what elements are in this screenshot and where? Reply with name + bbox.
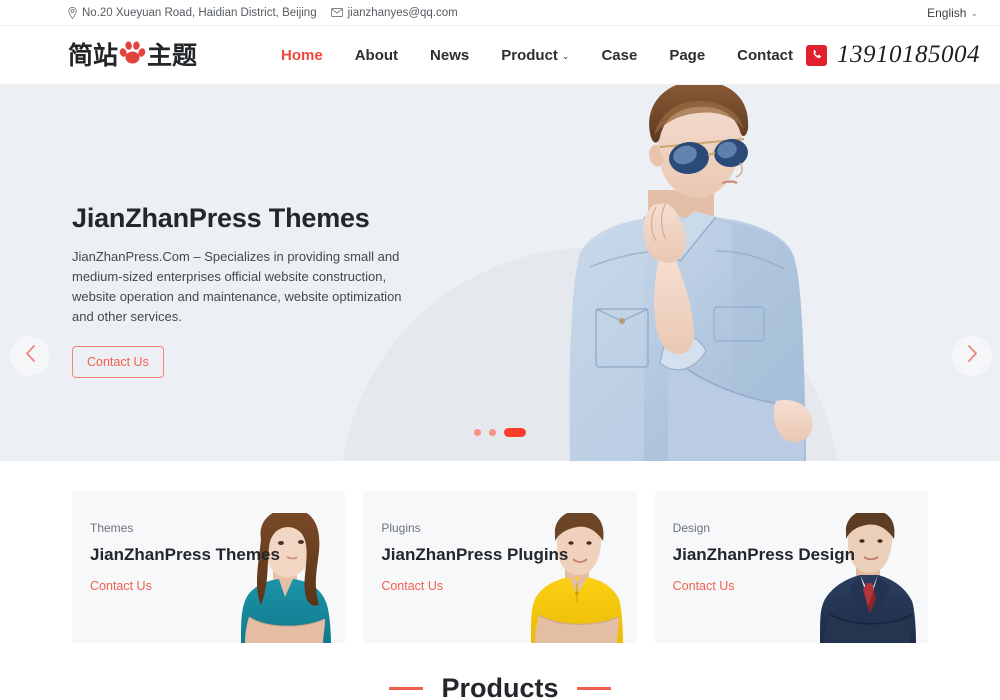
carousel-next-button[interactable]: [952, 336, 992, 376]
logo-text-right: 主题: [147, 40, 198, 70]
site-logo[interactable]: 简站 主题: [68, 41, 197, 69]
carousel-prev-button[interactable]: [10, 336, 50, 376]
nav-item-page[interactable]: Page: [669, 47, 705, 64]
paw-icon: [119, 41, 146, 69]
heading-dash-right: [576, 687, 611, 690]
chevron-left-icon: [25, 345, 36, 367]
card-contact-link[interactable]: Contact Us: [673, 579, 735, 593]
top-bar: No.20 Xueyuan Road, Haidian District, Be…: [0, 0, 1000, 26]
carousel-dot-3[interactable]: [504, 428, 526, 437]
email-item[interactable]: jianzhanyes@qq.com: [330, 6, 458, 19]
hero-title: JianZhanPress Themes: [72, 203, 370, 233]
heading-dash-left: [389, 687, 424, 690]
products-title: Products: [441, 673, 559, 700]
products-section-heading: Products: [0, 673, 1000, 700]
chevron-down-icon: ⌄: [561, 50, 570, 61]
nav-label: Contact: [737, 46, 794, 64]
top-bar-right: English ⌄: [927, 6, 978, 20]
card-kicker: Design: [672, 521, 711, 535]
chevron-down-icon: ⌄: [970, 8, 978, 18]
nav-label: Product: [501, 46, 558, 64]
phone-icon: [806, 44, 827, 66]
address-text: No.20 Xueyuan Road, Haidian District, Be…: [82, 6, 317, 19]
card-title: JianZhanPress Design: [672, 545, 855, 564]
nav-item-contact[interactable]: Contact: [737, 47, 793, 64]
card-contact-link[interactable]: Contact Us: [381, 579, 443, 593]
card-body: Plugins JianZhanPress Plugins Contact Us: [363, 491, 636, 595]
feature-card-design[interactable]: Design JianZhanPress Design Contact Us: [654, 491, 928, 643]
feature-cards: Themes JianZhanPress Themes Contact Us P…: [0, 461, 1000, 643]
hero-contact-button[interactable]: Contact Us: [72, 345, 164, 378]
address-item: No.20 Xueyuan Road, Haidian District, Be…: [68, 6, 317, 19]
email-text: jianzhanyes@qq.com: [347, 6, 458, 19]
card-contact-link[interactable]: Contact Us: [90, 579, 152, 593]
top-bar-contact-info: No.20 Xueyuan Road, Haidian District, Be…: [68, 6, 458, 19]
hero-content: JianZhanPress Themes JianZhanPress.Com –…: [0, 85, 420, 378]
nav-item-home[interactable]: Home: [281, 47, 323, 64]
header-phone[interactable]: 13910185004: [806, 41, 980, 69]
hero-photo: [569, 85, 813, 461]
logo-text-left: 简站: [68, 40, 119, 70]
nav-label: Home: [281, 46, 323, 64]
carousel-dots: [0, 428, 1000, 437]
language-selector[interactable]: English ⌄: [927, 6, 978, 20]
page-root: No.20 Xueyuan Road, Haidian District, Be…: [0, 0, 1000, 700]
carousel-dot-1[interactable]: [474, 429, 481, 436]
language-label: English: [927, 5, 967, 20]
nav-item-product[interactable]: Product ⌄: [501, 47, 569, 64]
card-title: JianZhanPress Plugins: [381, 545, 569, 564]
hero-carousel: JianZhanPress Themes JianZhanPress.Com –…: [0, 85, 1000, 461]
nav-item-news[interactable]: News: [430, 47, 469, 64]
carousel-dot-2[interactable]: [489, 429, 496, 436]
card-body: Design JianZhanPress Design Contact Us: [655, 491, 928, 595]
mail-icon: [330, 8, 343, 17]
card-kicker: Themes: [90, 521, 134, 535]
nav-label: About: [354, 46, 399, 64]
chevron-right-icon: [967, 345, 978, 367]
feature-card-plugins[interactable]: Plugins JianZhanPress Plugins Contact Us: [363, 491, 637, 643]
feature-card-themes[interactable]: Themes JianZhanPress Themes Contact Us: [72, 491, 346, 643]
map-pin-icon: [68, 6, 77, 19]
nav-item-about[interactable]: About: [355, 47, 398, 64]
card-body: Themes JianZhanPress Themes Contact Us: [72, 491, 345, 595]
main-nav: Home About News Product ⌄ Case Page Cont…: [281, 47, 793, 64]
card-kicker: Plugins: [381, 521, 421, 535]
nav-label: News: [430, 46, 470, 64]
nav-label: Page: [669, 46, 706, 64]
nav-label: Case: [601, 46, 638, 64]
site-header: 简站 主题 Home About News Product ⌄ Case Pag…: [0, 26, 1000, 85]
nav-item-case[interactable]: Case: [601, 47, 637, 64]
phone-number: 13910185004: [837, 41, 980, 68]
hero-description: JianZhanPress.Com – Specializes in provi…: [72, 249, 402, 325]
card-title: JianZhanPress Themes: [90, 545, 280, 564]
